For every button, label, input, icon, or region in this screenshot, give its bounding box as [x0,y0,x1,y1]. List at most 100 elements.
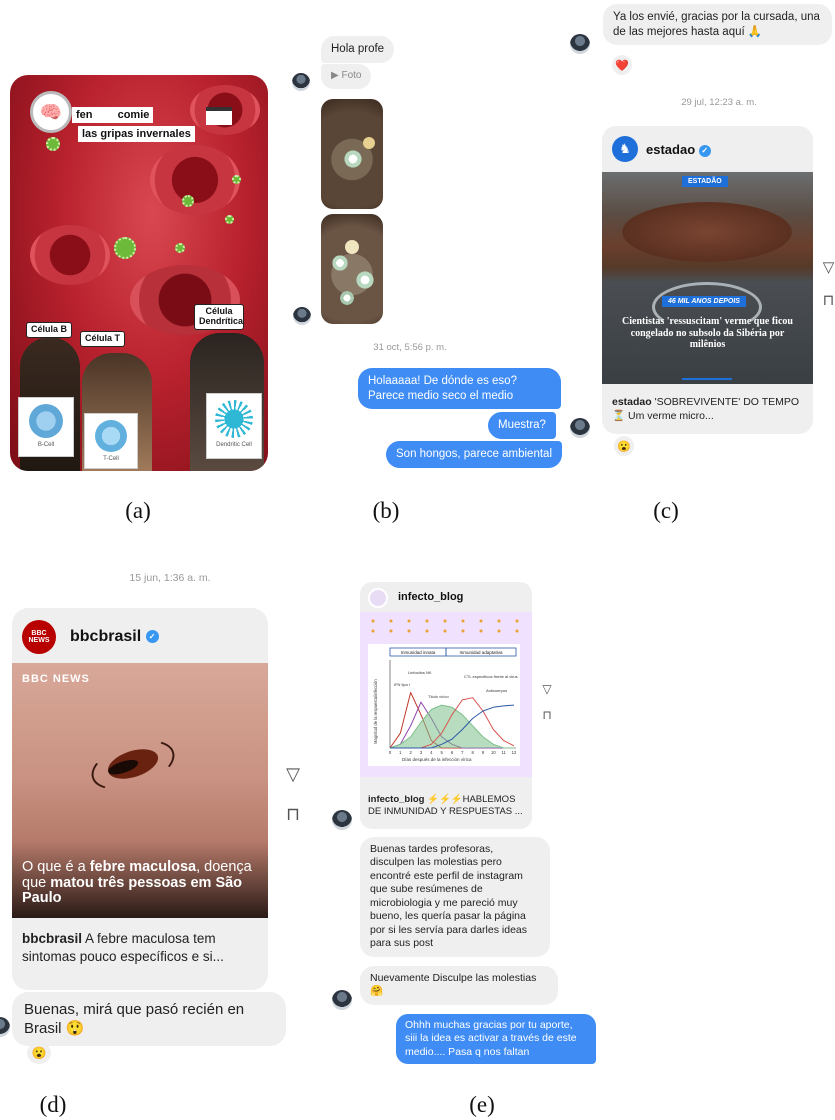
series-label-antibodies: Anticuerpos [486,688,507,693]
infecto-chart: Inmunidad innata Inmunidad adaptativa Ma… [373,647,518,762]
x-tick-label: 7 [461,750,464,755]
tick-legs [85,730,181,800]
msg-foto[interactable]: ▶ Foto [321,64,372,89]
play-icon: ▶ [331,70,342,81]
series-area-viral-titer [390,705,514,748]
reaction-wow[interactable]: 😮 [614,436,634,456]
x-tick-label: 2 [409,750,412,755]
save-icon[interactable]: ⊓ [822,291,835,309]
msg-buenas-tardes: Buenas tardes profesoras, disculpen las … [360,837,550,957]
photo-petri-2[interactable] [321,214,383,324]
x-tick-label: 0 [389,750,392,755]
avatar[interactable] [570,418,590,438]
avatar[interactable] [332,990,352,1010]
reaction-heart[interactable]: ❤️ [612,55,632,75]
msg-out-ohhh: Ohhh muchas gracias por tu aporte, siii … [396,1014,596,1064]
infecto-account[interactable]: infecto_blog [398,591,463,603]
avatar[interactable] [0,1017,10,1037]
msg-ya-los-envie: Ya los envié, gracias por la cursada, un… [603,4,832,46]
worm-mass [622,202,792,262]
clapper-icon [206,107,232,125]
panel-a-story[interactable]: 🧠 fen comie las gripas invernales Célula… [10,75,268,471]
series-label-ctl: CTL específicos frente al virus [464,674,518,679]
fungal-colony [343,149,363,169]
x-tick-label: 6 [451,750,454,755]
infecto-image: Inmunidad innata Inmunidad adaptativa Ma… [360,612,532,777]
label-cell-dendritic: Célula Dendrítica [194,304,244,330]
infecto-avatar-icon [368,588,388,608]
x-tick-label: 12 [512,750,517,755]
star-decoration [364,616,524,636]
bbc-post-text: bbcbrasil A febre maculosa tem sintomas … [22,930,262,966]
image-underline [682,378,732,380]
share-icon[interactable]: ▽ [540,682,554,696]
b-cell-icon [29,404,63,438]
msg-out-muestra: Muestra? [488,412,556,439]
dendritic-cell-card: Dendritic Cell [206,393,262,459]
bbc-post-user: bbcbrasil [22,931,83,946]
estadao-account-name: estadao [646,142,696,157]
virus-icon [232,175,241,184]
share-icon[interactable]: ▽ [822,258,835,276]
x-tick-label: 5 [440,750,443,755]
caption-e: (e) [469,1092,495,1117]
x-tick-label: 3 [420,750,423,755]
avatar[interactable] [570,34,590,54]
series-label-viral: Título vírico [428,694,449,699]
b-cell-label: B-Cell [37,442,55,448]
dendritic-cell-label: Dendritic Cell [216,442,252,448]
estadao-image: ESTADÃO 46 MIL ANOS DEPOIS Cientistas 'r… [602,172,813,384]
chart-series-group [389,692,515,749]
verified-icon: ✓ [145,630,159,644]
photo-petri-1[interactable] [321,99,383,209]
red-blood-cell [150,145,240,215]
caption-c: (c) [653,498,679,523]
x-tick-label: 1 [399,750,402,755]
virus-icon [175,243,185,253]
series-label-ifn: IFN tipo I [394,682,410,687]
virus-icon [46,137,60,151]
estadao-post-card[interactable]: ♞ estadao ✓ ESTADÃO 46 MIL ANOS DEPOIS C… [602,126,813,434]
header-adaptive: Inmunidad adaptativa [459,650,503,655]
msg-hola-profe: Hola profe [321,36,395,63]
estadao-account[interactable]: estadao ✓ [646,142,711,157]
avatar[interactable] [332,810,352,830]
avatar[interactable] [292,73,310,91]
reaction-wow[interactable]: 😮 [27,1042,51,1064]
x-tick-label: 11 [501,750,506,755]
estadao-post-user: estadao [612,396,652,408]
story-title: fen comie [72,107,154,123]
infecto-post-user: infecto_blog [368,794,425,805]
msg-out-ohhh-wrap: Ohhh muchas gracias por tu aporte, siii … [396,1014,596,1064]
bbc-image-brand: BBC NEWS [22,673,90,685]
bbc-headline: O que é a febre maculosa, doença que mat… [22,859,252,907]
bbc-image: BBC NEWS O que é a febre maculosa, doenç… [12,663,268,918]
bbc-account[interactable]: bbcbrasil ✓ [70,628,159,646]
infecto-post-card[interactable]: infecto_blog Inmunidad innata Inmunidad … [360,582,532,829]
estadao-post-text: estadao 'SOBREVIVENTE' DO TEMPO ⏳ Um ver… [612,396,806,423]
msg-buenas-mira: Buenas, mirá que pasó recién en Brasil 😲 [12,992,286,1047]
avatar[interactable] [293,307,311,325]
virus-icon [225,215,234,224]
t-cell-card: T-Cell [84,413,138,469]
header-innate: Inmunidad innata [401,650,436,655]
timestamp-d: 15 jun, 1:36 a. m. [129,572,211,584]
fungal-colony [355,270,375,290]
timestamp-b: 31 oct, 5:56 p. m. [373,342,447,353]
bbc-post-card[interactable]: BBC NEWS bbcbrasil ✓ BBC NEWS O que é a … [12,608,268,990]
save-icon[interactable]: ⊓ [283,804,303,825]
save-icon[interactable]: ⊓ [540,708,554,722]
red-blood-cell [30,225,110,285]
infecto-post-text: infecto_blog ⚡⚡⚡HABLEMOS DE INMUNIDAD Y … [368,794,528,819]
caption-d: (d) [39,1092,67,1117]
y-axis-label: Magnitud de la respuesta/infección [373,679,378,744]
caption-a: (a) [125,498,151,523]
series-label-nk: Linfocitos NK [408,670,432,675]
msg-out-hongos: Son hongos, parece ambiental [386,441,562,468]
image-badge: ESTADÃO [682,176,728,187]
share-icon[interactable]: ▽ [283,764,303,785]
t-cell-label: T-Cell [103,456,119,462]
dendritic-cell-icon [215,400,253,438]
x-axis-label: Días después de la infección vírica [402,757,472,762]
bbc-avatar-icon: BBC NEWS [22,620,56,654]
